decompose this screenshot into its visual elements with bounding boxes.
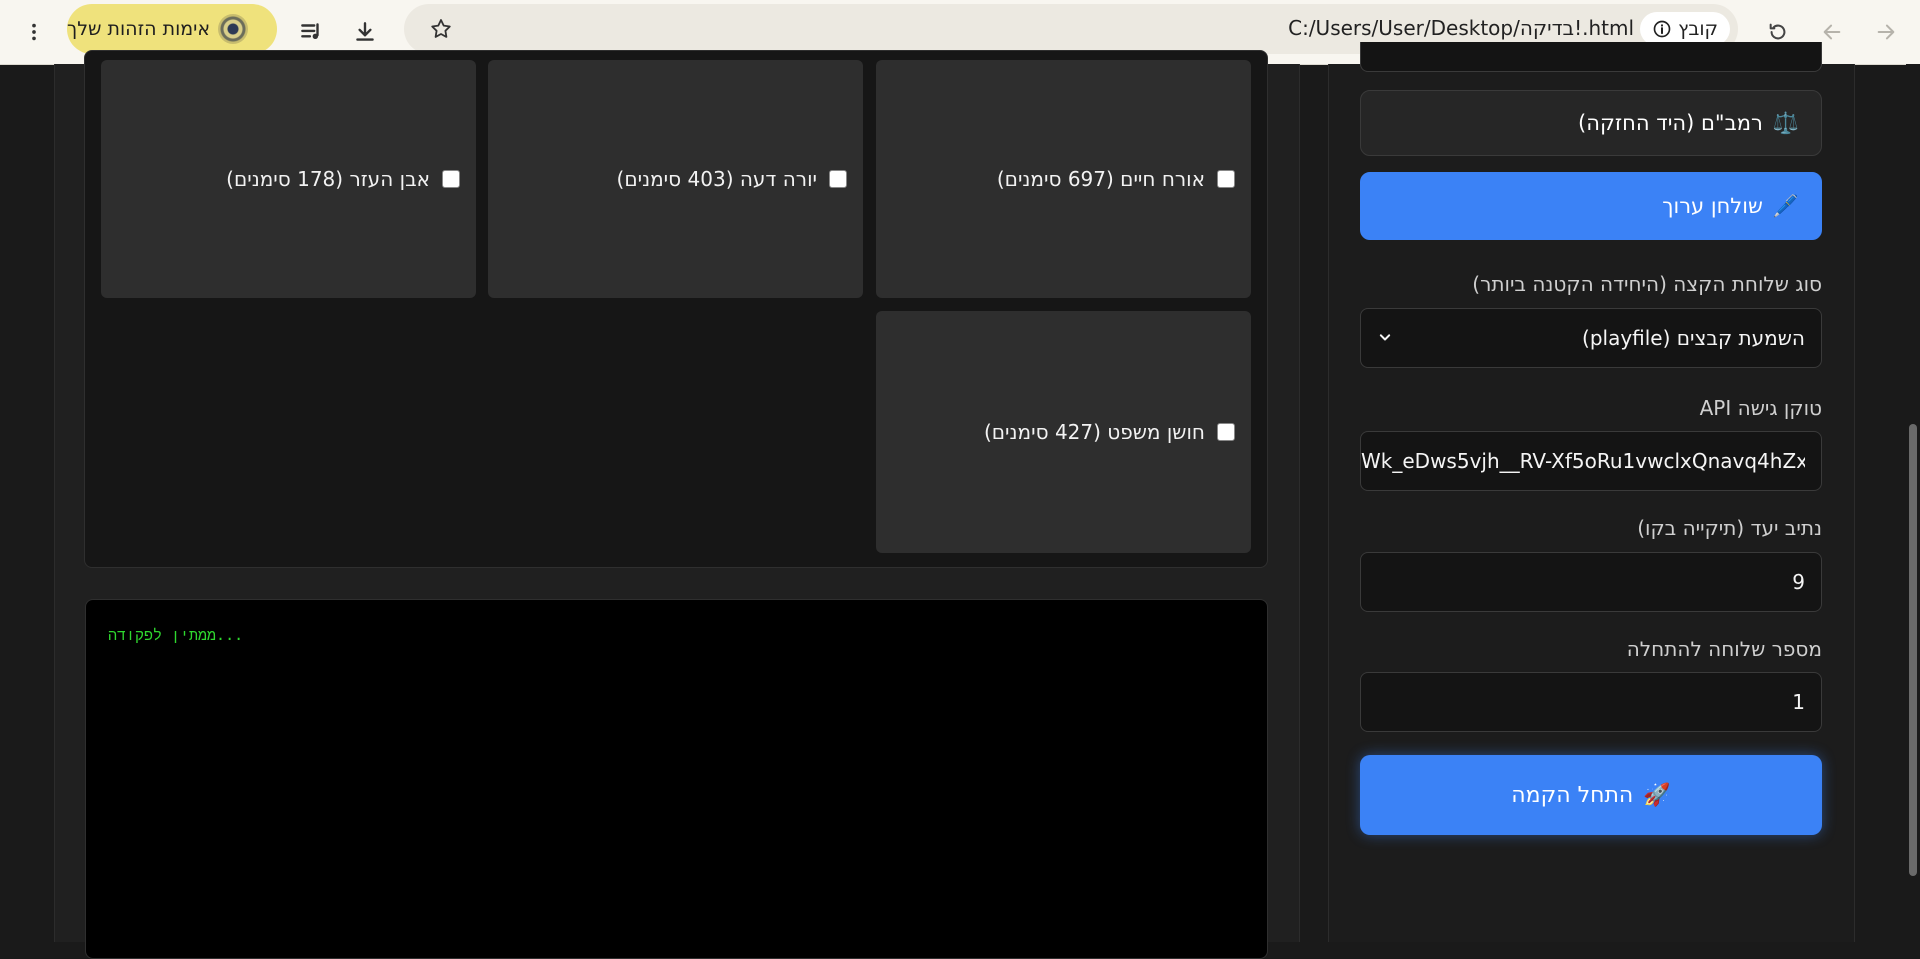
extension-type-value: השמעת קבצים (playfile) — [1582, 326, 1805, 350]
info-icon — [1653, 20, 1671, 38]
pen-icon: 🖊️ — [1772, 193, 1799, 218]
scrollbar-thumb[interactable] — [1909, 424, 1917, 876]
playlist-icon — [301, 23, 319, 40]
book-label: יורה דעה (403 סימנים) — [616, 167, 817, 191]
url-text[interactable]: C:/Users/User/Desktop/בדיקה!.html — [1288, 16, 1634, 40]
source-button-rambam[interactable]: ⚖️ רמב"ם (היד החזקה) — [1360, 90, 1822, 156]
site-info-chip[interactable]: קובץ — [1640, 12, 1730, 46]
api-token-value: Wk_eDws5vjh__RV-Xf5oRu1vwclxQnavq4hZxMus… — [1361, 449, 1805, 473]
book-label: אבן העזר (178 סימנים) — [226, 167, 430, 191]
target-path-input[interactable]: 9 — [1360, 552, 1822, 612]
site-chip-label: קובץ — [1678, 18, 1718, 40]
source-button-shulchan-aruch[interactable]: 🖊️ שולחן ערוך — [1360, 172, 1822, 240]
start-number-value: 1 — [1792, 690, 1805, 714]
target-path-label: נתיב יעד (תיקייה בקו) — [1637, 516, 1822, 540]
book-label: חושן משפט (427 סימנים) — [983, 420, 1205, 444]
kebab-menu-icon — [32, 23, 36, 41]
arrow-left-icon — [1823, 24, 1841, 40]
source-label: שולחן ערוך — [1662, 194, 1763, 218]
previous-option-box[interactable] — [1360, 42, 1822, 72]
start-setup-button[interactable]: 🚀 התחל הקמה — [1360, 755, 1822, 835]
extension-type-select[interactable]: השמעת קבצים (playfile) — [1360, 308, 1822, 368]
scales-icon: ⚖️ — [1772, 110, 1799, 135]
book-checkbox[interactable] — [1217, 423, 1235, 441]
forward-button[interactable] — [1868, 14, 1904, 50]
start-number-input[interactable]: 1 — [1360, 672, 1822, 732]
start-setup-label: התחל הקמה — [1511, 782, 1634, 808]
page-scrollbar[interactable] — [1906, 64, 1920, 942]
arrow-right-icon — [1877, 24, 1895, 40]
book-label: אורח חיים (697 סימנים) — [996, 167, 1205, 191]
media-control-button[interactable] — [291, 12, 331, 52]
identity-label: אימות הזהות שלך — [67, 18, 211, 40]
bookmark-button[interactable] — [426, 14, 456, 44]
target-path-value: 9 — [1792, 570, 1805, 594]
rocket-icon: 🚀 — [1643, 782, 1671, 808]
log-console: ממתין לפקודה... — [85, 599, 1268, 959]
identity-badge-icon — [218, 14, 249, 44]
book-card-choshen-mishpat[interactable]: חושן משפט (427 סימנים) — [876, 311, 1251, 553]
extension-type-label: סוג שלוחת הקצה (היחידה הקטנה ביותר) — [1472, 272, 1822, 296]
chevron-down-icon — [1379, 334, 1391, 341]
book-checkbox[interactable] — [442, 170, 460, 188]
download-icon — [356, 22, 374, 41]
book-checkbox[interactable] — [829, 170, 847, 188]
browser-menu-button[interactable] — [14, 12, 54, 52]
book-card-even-haezer[interactable]: אבן העזר (178 סימנים) — [101, 60, 476, 298]
star-icon — [431, 19, 451, 38]
book-checkbox[interactable] — [1217, 170, 1235, 188]
download-button[interactable] — [345, 12, 385, 52]
token-label: טוקן גישה API — [1699, 396, 1822, 420]
book-card-yoreh-deah[interactable]: יורה דעה (403 סימנים) — [488, 60, 863, 298]
identity-verification-button[interactable]: אימות הזהות שלך — [67, 4, 277, 54]
start-number-label: מספר שלוחה להתחלה — [1626, 637, 1822, 661]
api-token-input[interactable]: Wk_eDws5vjh__RV-Xf5oRu1vwclxQnavq4hZxMus… — [1360, 431, 1822, 491]
book-card-orach-chaim[interactable]: אורח חיים (697 סימנים) — [876, 60, 1251, 298]
reload-icon — [1769, 23, 1786, 40]
source-label: רמב"ם (היד החזקה) — [1578, 111, 1763, 135]
console-status-text: ממתין לפקודה... — [108, 626, 244, 644]
